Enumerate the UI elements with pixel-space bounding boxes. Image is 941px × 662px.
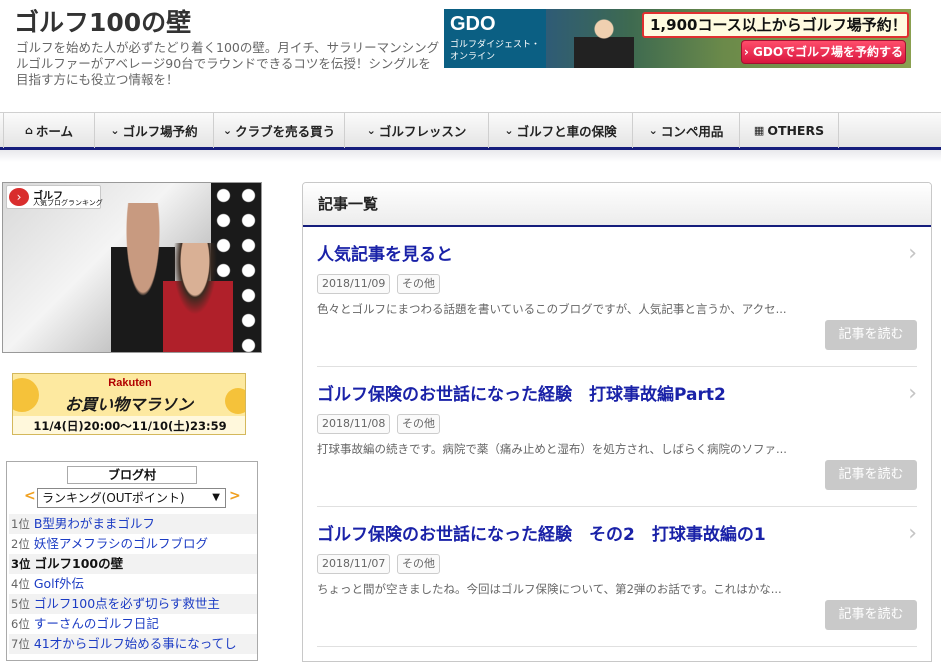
blogmura-logo[interactable]: ブログ村 bbox=[67, 466, 197, 484]
ranking-row: 1位 B型男わがままゴルフ bbox=[9, 514, 257, 534]
blogmura-ranking-widget: ブログ村 < ランキング(OUTポイント) ▼ > 1位 B型男わがままゴルフ … bbox=[6, 461, 258, 661]
ranking-type-select[interactable]: ランキング(OUTポイント) ▼ bbox=[37, 488, 226, 508]
ranking-next-button[interactable]: > bbox=[229, 488, 241, 504]
nav-clubs[interactable]: ⌄ クラブを売る買う bbox=[214, 113, 345, 148]
rank-blog-link[interactable]: すーさんのゴルフ日記 bbox=[34, 616, 159, 631]
read-article-button[interactable]: 記事を読む bbox=[825, 320, 917, 350]
rakuten-logo: Rakuten bbox=[108, 377, 152, 389]
ranking-row: 5位 ゴルフ100点を必ず切らす救世主 bbox=[9, 594, 257, 614]
gdo-reserve-button[interactable]: › GDOでゴルフ場を予約する bbox=[741, 40, 906, 64]
nav-label: ゴルフ場予約 bbox=[122, 124, 198, 139]
ranking-logo-icon: › bbox=[9, 188, 29, 206]
chevron-down-icon: ⌄ bbox=[648, 124, 658, 137]
chevron-down-icon: ⌄ bbox=[222, 124, 233, 137]
grid-icon: ▦ bbox=[753, 124, 765, 137]
rank-number: 5位 bbox=[11, 597, 30, 611]
chevron-right-icon[interactable]: › bbox=[908, 241, 917, 266]
nav-shadow-band bbox=[0, 150, 941, 162]
nav-lesson[interactable]: ⌄ ゴルフレッスン bbox=[345, 113, 489, 148]
article-category-link[interactable]: その他 bbox=[397, 414, 440, 434]
nav-others[interactable]: ▦ OTHERS bbox=[740, 113, 839, 148]
article-date: 2018/11/09 bbox=[317, 274, 391, 294]
chevron-down-icon: ⌄ bbox=[110, 124, 120, 137]
article-date: 2018/11/07 bbox=[317, 554, 391, 574]
article-list-heading: 記事一覧 bbox=[303, 183, 931, 227]
chevron-right-icon[interactable]: › bbox=[908, 521, 917, 546]
nav-home[interactable]: ⌂ ホーム bbox=[3, 113, 95, 148]
rank-number: 1位 bbox=[11, 517, 30, 531]
ranking-row: 7位 41才からゴルフ始める事になってし bbox=[9, 634, 257, 654]
rakuten-title: お買い物マラソン bbox=[64, 395, 193, 414]
dropdown-arrow-icon: ▼ bbox=[212, 492, 220, 503]
badge-subtitle: 人気ブログランキング bbox=[33, 199, 103, 207]
nav-label: ホーム bbox=[35, 124, 73, 139]
site-header: ゴルフ100の壁 ゴルフを始めた人が必ずたどり着く100の壁。月イチ、サラリーマ… bbox=[0, 0, 941, 112]
gdo-subtitle: ゴルフダイジェスト・オンライン bbox=[450, 40, 541, 62]
global-nav: ⌂ ホーム ⌄ ゴルフ場予約 ⌄ クラブを売る買う ⌄ ゴルフレッスン ⌄ ゴル… bbox=[0, 112, 941, 150]
nav-label: OTHERS bbox=[767, 123, 825, 138]
article-title-link[interactable]: ゴルフ保険のお世話になった経験 その2 打球事故編の1 bbox=[317, 520, 766, 545]
rank-number: 3位 bbox=[11, 557, 31, 571]
rank-blog-link[interactable]: 妖怪アメフラシのゴルフブログ bbox=[34, 536, 208, 551]
ranking-row: 4位 Golf外伝 bbox=[9, 574, 257, 594]
article-entry: ゴルフ保険のお世話になった経験 その2 打球事故編の1 › 2018/11/07… bbox=[317, 507, 917, 647]
gdo-logo: GDO bbox=[450, 13, 496, 35]
ranking-photo-banner[interactable]: › ゴルフ 人気ブログランキング bbox=[2, 182, 262, 353]
photo-person bbox=[163, 243, 233, 352]
nav-insurance[interactable]: ⌄ ゴルフと車の保険 bbox=[489, 113, 633, 148]
rakuten-marathon-banner[interactable]: Rakuten お買い物マラソン 11/4(日)20:00〜11/10(土)23… bbox=[12, 373, 246, 435]
article-category-link[interactable]: その他 bbox=[397, 274, 440, 294]
read-article-button[interactable]: 記事を読む bbox=[825, 460, 917, 490]
rank-blog-link[interactable]: ゴルフ100点を必ず切らす救世主 bbox=[34, 596, 220, 611]
article-date: 2018/11/08 bbox=[317, 414, 391, 434]
article-title-link[interactable]: 人気記事を見ると bbox=[317, 240, 453, 265]
article-excerpt: ちょっと間が空きましたね。今回はゴルフ保険について、第2弾のお話です。これはかな… bbox=[317, 582, 782, 596]
article-entry: ゴルフ保険のお世話になった経験 打球事故編Part2 › 2018/11/08 … bbox=[317, 367, 917, 507]
rank-blog-link[interactable]: Golf外伝 bbox=[34, 576, 84, 591]
article-excerpt: 色々とゴルフにまつわる話題を書いているこのブログですが、人気記事と言うか、アクセ… bbox=[317, 302, 787, 316]
article-excerpt: 打球事故編の続きです。病院で薬（痛み止めと湿布）を処方され、しばらく病院のソファ… bbox=[317, 442, 787, 456]
nav-label: コンペ用品 bbox=[660, 124, 724, 139]
ranking-prev-button[interactable]: < bbox=[24, 488, 36, 504]
ranking-select-value: ランキング(OUTポイント) bbox=[42, 491, 185, 505]
coin-decoration bbox=[225, 388, 245, 414]
ranking-row: 2位 妖怪アメフラシのゴルフブログ bbox=[9, 534, 257, 554]
article-list: 記事一覧 人気記事を見ると › 2018/11/09 その他 色々とゴルフにまつ… bbox=[302, 182, 932, 662]
chevron-down-icon: ⌄ bbox=[504, 124, 514, 137]
article-category-link[interactable]: その他 bbox=[397, 554, 440, 574]
rank-number: 4位 bbox=[11, 577, 30, 591]
read-article-button[interactable]: 記事を読む bbox=[825, 600, 917, 630]
rank-blog-link[interactable]: B型男わがままゴルフ bbox=[34, 516, 155, 531]
ranking-row-current: 3位 ゴルフ100の壁 bbox=[9, 554, 257, 574]
gdo-logo-box: GDO ゴルフダイジェスト・オンライン bbox=[444, 9, 546, 68]
home-icon: ⌂ bbox=[24, 124, 33, 137]
rank-number: 2位 bbox=[11, 537, 30, 551]
nav-golf-reservation[interactable]: ⌄ ゴルフ場予約 bbox=[95, 113, 214, 148]
chevron-down-icon: ⌄ bbox=[366, 124, 376, 137]
ranking-list: 1位 B型男わがままゴルフ 2位 妖怪アメフラシのゴルフブログ 3位 ゴルフ10… bbox=[9, 514, 257, 654]
rank-number: 6位 bbox=[11, 617, 30, 631]
rakuten-date: 11/4(日)20:00〜11/10(土)23:59 bbox=[13, 416, 245, 434]
site-description: ゴルフを始めた人が必ずたどり着く100の壁。月イチ、サラリーマンシングルゴルファ… bbox=[16, 40, 440, 87]
gdo-banner-ad[interactable]: GDO ゴルフダイジェスト・オンライン 1,900コース以上からゴルフ場予約！ … bbox=[444, 9, 911, 68]
golfer-image bbox=[574, 13, 634, 68]
article-title-link[interactable]: ゴルフ保険のお世話になった経験 打球事故編Part2 bbox=[317, 380, 726, 405]
chevron-right-icon[interactable]: › bbox=[908, 381, 917, 406]
ranking-row: 6位 すーさんのゴルフ日記 bbox=[9, 614, 257, 634]
nav-compe-goods[interactable]: ⌄ コンペ用品 bbox=[633, 113, 740, 148]
blog-ranking-badge[interactable]: › ゴルフ 人気ブログランキング bbox=[6, 185, 103, 209]
site-title[interactable]: ゴルフ100の壁 bbox=[14, 3, 191, 39]
nav-label: クラブを売る買う bbox=[235, 124, 336, 139]
nav-label: ゴルフと車の保険 bbox=[516, 124, 617, 139]
nav-label: ゴルフレッスン bbox=[378, 124, 467, 139]
gdo-headline: 1,900コース以上からゴルフ場予約！ bbox=[642, 12, 909, 38]
rank-blog-link[interactable]: ゴルフ100の壁 bbox=[35, 556, 124, 571]
article-entry: 人気記事を見ると › 2018/11/09 その他 色々とゴルフにまつわる話題を… bbox=[317, 227, 917, 367]
